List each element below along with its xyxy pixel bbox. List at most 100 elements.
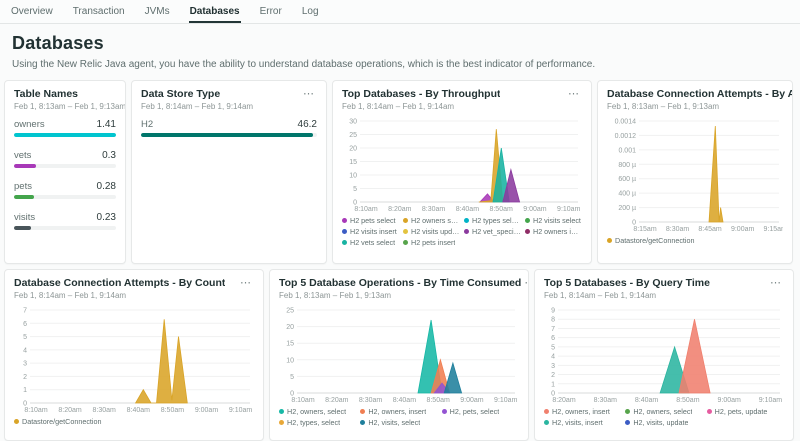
card-time-range: Feb 1, 8:14am – Feb 1, 9:14am (141, 102, 253, 111)
tab-error[interactable]: Error (259, 1, 283, 23)
legend-item[interactable]: H2, pets, select (442, 407, 519, 416)
legend-dot (342, 229, 347, 234)
legend-item[interactable]: H2, visits, select (360, 418, 437, 427)
page-description: Using the New Relic Java agent, you have… (12, 59, 788, 70)
card-menu-button[interactable]: ⋯ (300, 88, 317, 100)
card-title: Table Names (14, 88, 126, 100)
metric-bar (14, 164, 116, 168)
legend-label: H2, visits, select (368, 418, 420, 427)
card-time-range: Feb 1, 8:13am – Feb 1, 9:13am (279, 291, 521, 300)
svg-text:8:40am: 8:40am (456, 206, 480, 213)
legend-item[interactable]: H2 vet_speciali… (464, 227, 521, 236)
tab-log[interactable]: Log (301, 1, 320, 23)
card-title: Top 5 Database Operations - By Time Cons… (279, 277, 521, 289)
svg-text:20: 20 (286, 324, 294, 331)
page-title: Databases (12, 33, 788, 54)
tab-jvms[interactable]: JVMs (144, 1, 171, 23)
card-menu-button[interactable]: ⋯ (565, 88, 582, 100)
legend-item[interactable]: H2, owners, select (279, 407, 356, 416)
metric-value: 0.28 (97, 181, 116, 192)
svg-text:10: 10 (286, 357, 294, 364)
svg-text:600 µ: 600 µ (618, 176, 636, 183)
legend-dot (707, 409, 712, 414)
card-title: Database Connection Attempts - By Count (14, 277, 225, 289)
legend-item[interactable]: Datastore/getConnection (14, 417, 254, 426)
svg-text:8:10am: 8:10am (354, 206, 378, 213)
svg-text:0.0012: 0.0012 (615, 133, 637, 140)
legend-dot (279, 420, 284, 425)
dashboard-grid: Table Names Feb 1, 8:13am – Feb 1, 9:13a… (0, 76, 800, 441)
legend-item[interactable]: Datastore/getConnection (607, 236, 783, 245)
card-menu-button[interactable]: ⋯ (521, 277, 529, 289)
svg-text:10: 10 (349, 173, 357, 180)
legend-dot (14, 419, 19, 424)
tab-databases[interactable]: Databases (189, 1, 241, 23)
legend-dot (464, 218, 469, 223)
legend-item[interactable]: H2 pets insert (403, 238, 460, 247)
legend-item[interactable]: H2 visits insert (342, 227, 399, 236)
tab-transaction[interactable]: Transaction (72, 1, 126, 23)
card-title: Top Databases - By Throughput (342, 88, 500, 100)
legend-item[interactable]: H2, visits, update (625, 418, 702, 427)
svg-text:8:40am: 8:40am (393, 397, 417, 404)
legend-item[interactable]: H2 visits select (525, 216, 582, 225)
legend-dot (625, 409, 630, 414)
metric-row: owners1.41 (14, 119, 116, 137)
legend-label: H2, owners, insert (552, 407, 610, 416)
tab-bar: Overview Transaction JVMs Databases Error Log (0, 0, 800, 24)
legend-item[interactable]: H2, visits, insert (544, 418, 621, 427)
legend-item[interactable]: H2 vets select (342, 238, 399, 247)
metric-bar (14, 195, 116, 199)
legend-item[interactable]: H2 types select (464, 216, 521, 225)
metric-label: H2 (141, 119, 153, 130)
legend-item[interactable]: H2 owners select (403, 216, 460, 225)
legend-item[interactable]: H2 visits update (403, 227, 460, 236)
svg-text:4: 4 (23, 347, 27, 354)
legend-dot (360, 420, 365, 425)
svg-text:9:10am: 9:10am (557, 206, 581, 213)
svg-text:15: 15 (286, 341, 294, 348)
legend-item[interactable]: H2, owners, insert (544, 407, 621, 416)
svg-text:200 µ: 200 µ (618, 205, 636, 212)
card-time-range: Feb 1, 8:13am – Feb 1, 9:13am (607, 102, 793, 111)
svg-text:9:10am: 9:10am (759, 397, 783, 404)
card-menu-button[interactable]: ⋯ (237, 277, 254, 289)
card-top-databases-query-time: Top 5 Databases - By Query Time Feb 1, 8… (534, 269, 794, 441)
legend-item[interactable]: H2, owners, select (625, 407, 702, 416)
metric-label: vets (14, 150, 31, 161)
legend-dot (442, 409, 447, 414)
legend-item[interactable]: H2 owners insert (525, 227, 582, 236)
legend-item[interactable]: H2, pets, update (707, 407, 784, 416)
svg-text:8:50am: 8:50am (676, 397, 700, 404)
svg-text:0.0014: 0.0014 (615, 119, 637, 126)
card-table-names: Table Names Feb 1, 8:13am – Feb 1, 9:13a… (4, 80, 126, 264)
legend-item[interactable]: H2, owners, insert (360, 407, 437, 416)
legend-dot (360, 409, 365, 414)
legend-label: H2, visits, insert (552, 418, 603, 427)
card-connection-attempts-count: Database Connection Attempts - By Count … (4, 269, 264, 441)
svg-text:8:50am: 8:50am (489, 206, 513, 213)
chart-legend: H2 pets select H2 owners select H2 types s… (342, 216, 582, 247)
legend-item[interactable]: H2 pets select (342, 216, 399, 225)
metric-row: pets 0.28 (14, 181, 116, 199)
legend-dot (403, 240, 408, 245)
metric-value: 1.41 (97, 119, 116, 130)
card-menu-button[interactable]: ⋯ (767, 277, 784, 289)
legend-item[interactable]: H2, types, select (279, 418, 356, 427)
card-connection-attempts-average: Database Connection Attempts - By Averag… (597, 80, 793, 264)
svg-text:6: 6 (551, 335, 555, 342)
metric-list: H246.2 (141, 119, 317, 137)
svg-text:8:50am: 8:50am (161, 407, 185, 414)
svg-text:5: 5 (353, 186, 357, 193)
svg-text:30: 30 (349, 119, 357, 126)
tab-overview[interactable]: Overview (10, 1, 54, 23)
svg-text:20: 20 (349, 146, 357, 153)
svg-text:5: 5 (23, 334, 27, 341)
metric-value: 0.3 (102, 150, 116, 161)
svg-text:9:00am: 9:00am (195, 407, 219, 414)
metric-label: pets (14, 181, 32, 192)
legend-dot (279, 409, 284, 414)
svg-text:6: 6 (23, 321, 27, 328)
svg-text:800 µ: 800 µ (618, 162, 636, 169)
card-time-range: Feb 1, 8:14am – Feb 1, 9:14am (544, 291, 710, 300)
